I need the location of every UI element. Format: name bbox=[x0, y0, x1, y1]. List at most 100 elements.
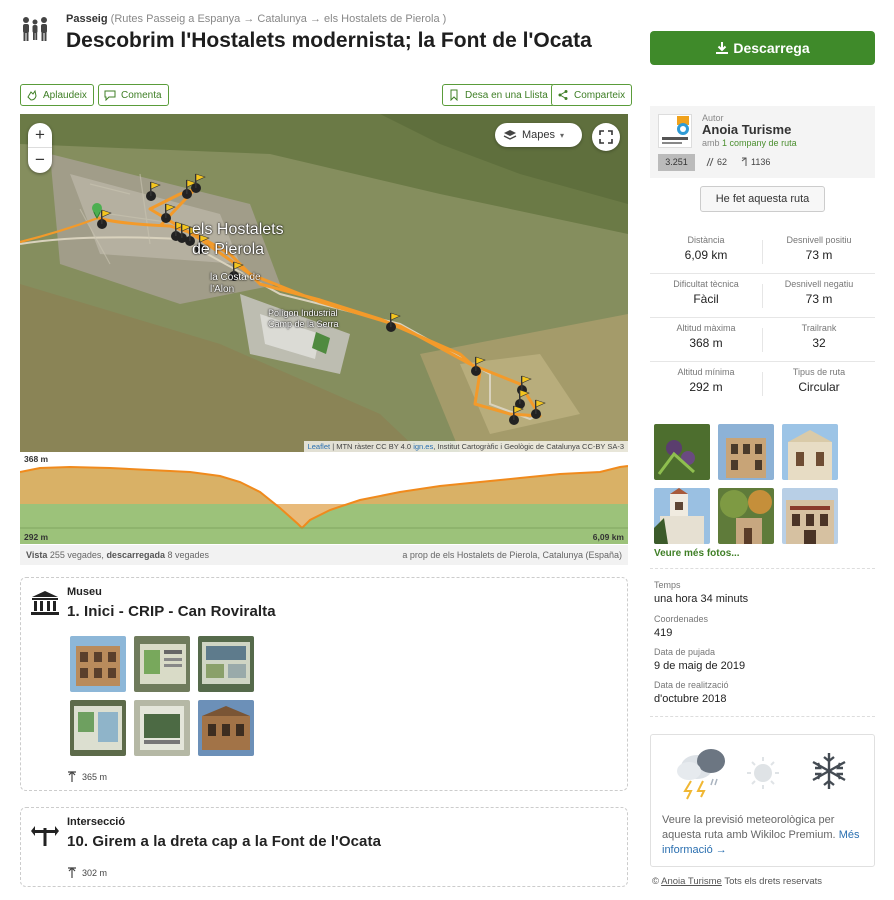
waypoint-type: Intersecció bbox=[67, 816, 126, 828]
route-activity: Passeig (Rutes Passeig a Espanya → Catal… bbox=[66, 13, 446, 25]
more-photos-link[interactable]: Veure més fotos... bbox=[654, 548, 740, 559]
downloads-value: 8 vegades bbox=[167, 550, 210, 560]
fullscreen-icon bbox=[599, 130, 613, 144]
followers-value: 62 bbox=[717, 157, 728, 167]
meta-label: Data de pujada bbox=[654, 647, 716, 657]
author-logo[interactable] bbox=[658, 114, 692, 148]
comment-label: Comenta bbox=[121, 89, 162, 101]
distance-label: 6,09 km bbox=[592, 532, 624, 542]
stat-route-type: Tipus de ruta Circular bbox=[763, 362, 875, 406]
route-photo[interactable] bbox=[782, 424, 838, 480]
waypoint-name[interactable]: 10. Girem a la dreta cap a la Font de l'… bbox=[67, 833, 381, 850]
location-text: a prop de els Hostalets de Pierola, Cata… bbox=[402, 550, 622, 560]
author-name[interactable]: Anoia Turisme bbox=[702, 122, 791, 137]
meta-value: d'octubre 2018 bbox=[654, 693, 727, 705]
route-photo[interactable] bbox=[654, 424, 710, 480]
divider bbox=[762, 372, 763, 396]
stat-label: Altitud màxima bbox=[676, 323, 736, 333]
downloads-label: descarregada bbox=[106, 550, 165, 560]
weather-card: Veure la previsió meteorològica per aque… bbox=[650, 734, 875, 867]
share-icon bbox=[558, 90, 568, 100]
divider bbox=[650, 568, 875, 569]
elevation-max-label: 368 m bbox=[24, 454, 49, 464]
route-photo[interactable] bbox=[718, 424, 774, 480]
copyright-text: Tots els drets reservats bbox=[724, 876, 822, 887]
altitude-value: 302 m bbox=[82, 868, 108, 878]
divider bbox=[762, 284, 763, 308]
download-label: Descarrega bbox=[733, 40, 810, 56]
storm-icon bbox=[677, 749, 725, 800]
views-label: Vista bbox=[26, 550, 48, 560]
waypoint-photo[interactable] bbox=[70, 636, 126, 692]
trails-value: 1136 bbox=[751, 157, 771, 167]
applaud-button[interactable]: Aplaudeix bbox=[20, 84, 94, 106]
snowflake-icon bbox=[812, 753, 846, 789]
copyright-icon: © bbox=[652, 876, 659, 887]
waypoint-photo[interactable] bbox=[198, 636, 254, 692]
waypoint-card[interactable]: Intersecció 10. Girem a la dreta cap a l… bbox=[20, 807, 628, 887]
stat-value: Circular bbox=[798, 380, 840, 394]
author-sub-prefix: amb bbox=[702, 138, 720, 148]
stat-elevation-loss: Desnivell negatiu 73 m bbox=[763, 274, 875, 318]
zoom-in-button[interactable]: + bbox=[28, 123, 52, 148]
stat-min-altitude: Altitud mínima 292 m bbox=[650, 362, 762, 406]
download-icon bbox=[716, 42, 729, 54]
map-attribution: Leaflet | MTN ràster CC BY 4.0 ign.es, I… bbox=[303, 441, 628, 452]
waypoint-photo[interactable] bbox=[134, 636, 190, 692]
comment-button[interactable]: Comenta bbox=[98, 84, 169, 106]
waypoint-card[interactable]: Museu 1. Inici - CRIP - Can Roviralta 36… bbox=[20, 577, 628, 791]
divider bbox=[650, 317, 875, 318]
leaflet-link[interactable]: Leaflet bbox=[308, 442, 331, 451]
copyright-owner-link[interactable]: Anoia Turisme bbox=[661, 876, 722, 887]
companions-link[interactable]: 1 company de ruta bbox=[722, 138, 797, 148]
stat-value: 368 m bbox=[689, 336, 723, 350]
done-route-button[interactable]: He fet aquesta ruta bbox=[700, 186, 825, 212]
route-photo[interactable] bbox=[654, 488, 710, 544]
share-button[interactable]: Comparteix bbox=[551, 84, 633, 106]
save-to-list-button[interactable]: Desa en una Llista bbox=[442, 84, 555, 106]
attribution-text: , Institut Cartogràfic i Geològic de Cat… bbox=[433, 442, 624, 451]
divider bbox=[762, 328, 763, 352]
waypoint-type: Museu bbox=[67, 586, 102, 598]
altitude-icon bbox=[68, 771, 76, 782]
route-map[interactable]: els Hostalets de Pierola la Costa de l'A… bbox=[20, 114, 628, 452]
route-photo[interactable] bbox=[718, 488, 774, 544]
elevation-profile[interactable]: 368 m 292 m 6,09 km bbox=[19, 452, 629, 544]
chevron-down-icon: ▾ bbox=[560, 130, 565, 140]
waypoint-photo[interactable] bbox=[198, 700, 254, 756]
elevation-min-label: 292 m bbox=[24, 532, 49, 542]
author-companions: amb 1 company de ruta bbox=[702, 138, 797, 148]
sun-icon bbox=[747, 757, 779, 789]
stat-value: 6,09 km bbox=[684, 248, 728, 262]
museum-icon bbox=[31, 591, 59, 615]
hikers-icon bbox=[20, 16, 50, 42]
altitude-icon bbox=[68, 867, 76, 878]
download-button[interactable]: Descarrega bbox=[650, 31, 875, 65]
applaud-label: Aplaudeix bbox=[43, 89, 87, 101]
waypoint-name[interactable]: 1. Inici - CRIP - Can Roviralta bbox=[67, 603, 276, 620]
meta-label: Data de realització bbox=[654, 680, 729, 690]
weather-text: Veure la previsió meteorològica per aque… bbox=[662, 814, 836, 841]
elevation-chart bbox=[19, 452, 629, 544]
divider bbox=[650, 273, 875, 274]
copyright-line: © Anoia Turisme Tots els drets reservats bbox=[652, 876, 822, 887]
trails-icon bbox=[741, 157, 747, 166]
divider bbox=[650, 716, 875, 717]
stat-value: Fàcil bbox=[693, 292, 719, 306]
trails-count: 1136 bbox=[740, 157, 770, 167]
ign-link[interactable]: ign.es bbox=[413, 442, 433, 451]
stat-value: 32 bbox=[812, 336, 826, 350]
breadcrumb[interactable]: (Rutes Passeig a Espanya → Catalunya → e… bbox=[111, 13, 447, 25]
waypoint-photo[interactable] bbox=[70, 700, 126, 756]
zoom-out-button[interactable]: − bbox=[28, 148, 52, 173]
stat-max-altitude: Altitud màxima 368 m bbox=[650, 318, 762, 362]
stat-value: 73 m bbox=[805, 292, 833, 306]
layers-button[interactable]: Mapes ▾ bbox=[495, 123, 582, 147]
stat-value: 292 m bbox=[689, 380, 723, 394]
waypoint-photo[interactable] bbox=[134, 700, 190, 756]
fullscreen-button[interactable] bbox=[592, 123, 620, 151]
route-photo[interactable] bbox=[782, 488, 838, 544]
altitude-value: 365 m bbox=[82, 772, 108, 782]
views-info: Vista 255 vegades, descarregada 8 vegade… bbox=[26, 550, 209, 560]
followers-count: 62 bbox=[706, 157, 727, 167]
